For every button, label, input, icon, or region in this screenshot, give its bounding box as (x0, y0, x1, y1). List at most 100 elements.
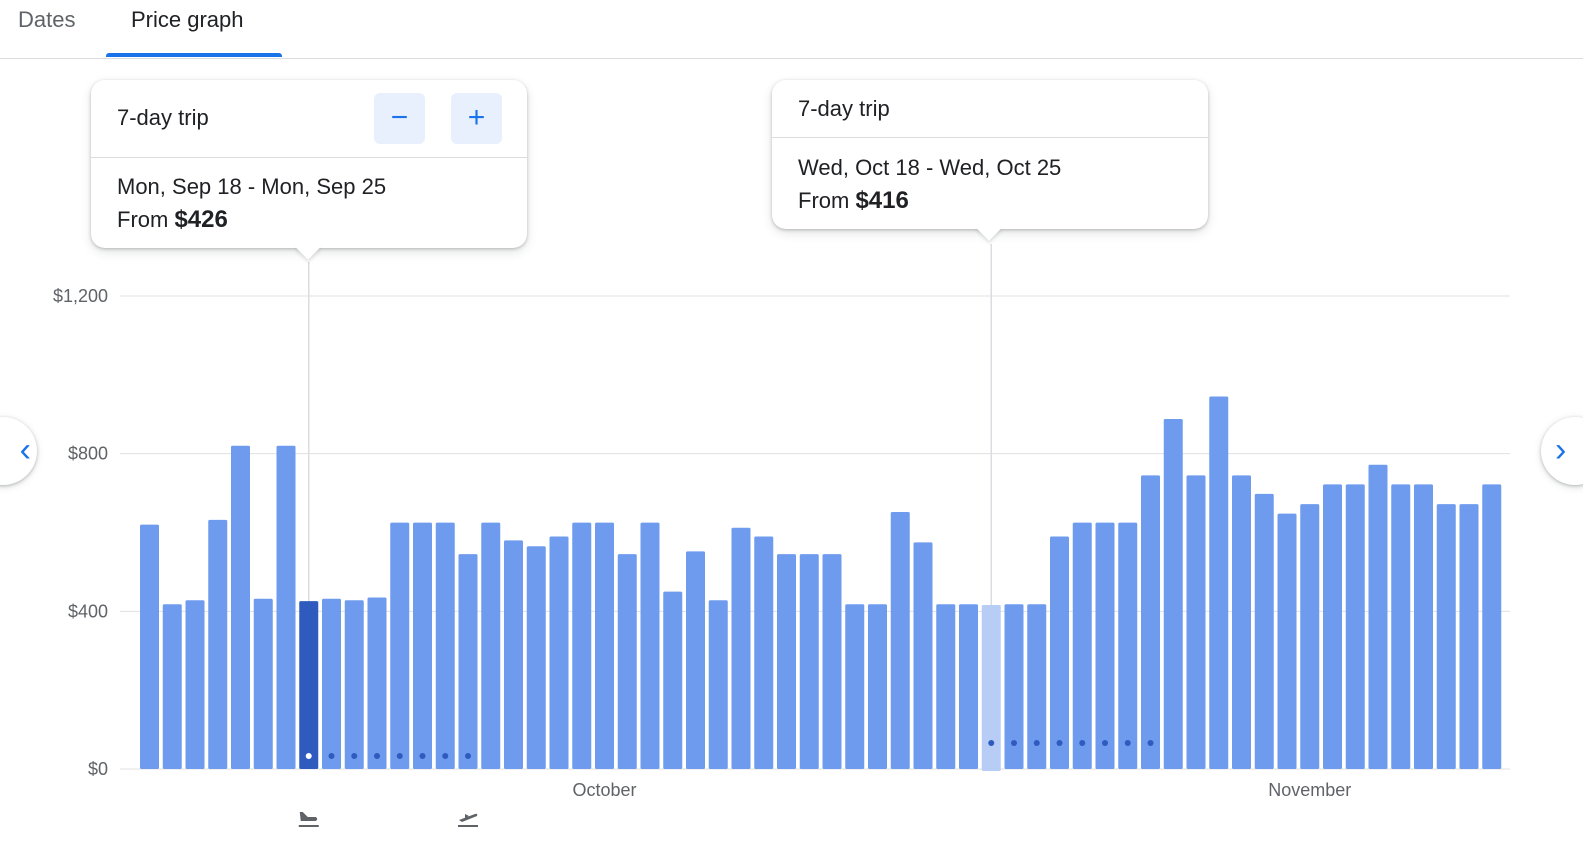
trip-day-dot (988, 740, 995, 746)
trip-day-dot (305, 753, 312, 759)
price-bar[interactable] (162, 604, 182, 769)
trip-length-label: 7-day trip (798, 96, 890, 121)
price-bar[interactable] (231, 445, 250, 769)
price-bar[interactable] (413, 522, 432, 769)
y-axis-label: $0 (88, 759, 108, 779)
price-bar[interactable] (640, 522, 660, 769)
trip-price: From $426 (117, 206, 228, 234)
price-prefix: From (798, 188, 850, 213)
price-bar[interactable] (367, 597, 387, 769)
trip-length-label: 7-day trip (117, 105, 209, 130)
price-bar[interactable] (1345, 484, 1365, 769)
price-bar-selected[interactable] (299, 601, 319, 769)
price-bar[interactable] (1368, 464, 1388, 769)
trip-day-dot (1124, 740, 1131, 746)
price-bar[interactable] (686, 551, 705, 769)
price-bar[interactable] (617, 554, 637, 769)
price-bar[interactable] (799, 554, 819, 769)
y-axis-label: $1,200 (53, 286, 108, 306)
trip-day-dot (465, 753, 471, 759)
tooltip-hovered-trip: 7-day trip Wed, Oct 18 - Wed, Oct 25 Fro… (772, 80, 1208, 241)
price-bar[interactable] (595, 522, 614, 769)
price-bar[interactable] (1436, 504, 1456, 769)
trip-day-dot (1102, 740, 1108, 746)
increase-trip-length-button[interactable]: + (451, 93, 502, 144)
price-prefix: From (117, 207, 169, 232)
price-bar[interactable] (868, 604, 887, 769)
price-bar[interactable] (1459, 504, 1479, 769)
decrease-trip-length-button[interactable]: − (374, 93, 425, 144)
trip-day-dot (374, 753, 380, 759)
trip-day-dot (1033, 740, 1040, 746)
price-bar[interactable] (777, 554, 796, 769)
price-bar[interactable] (344, 600, 364, 769)
price-bar[interactable] (1072, 522, 1092, 769)
tooltip-header: 7-day trip (772, 80, 1208, 138)
price-bar[interactable] (913, 542, 933, 769)
price-bar[interactable] (1163, 418, 1183, 769)
airplane-takeoff-icon (298, 812, 319, 827)
trip-day-dot (328, 753, 335, 759)
trip-day-dot (351, 753, 358, 759)
price-bar[interactable] (1141, 475, 1160, 769)
price-bar[interactable] (731, 527, 751, 769)
price-bar[interactable] (1232, 475, 1251, 769)
trip-dates: Mon, Sep 18 - Mon, Sep 25 (117, 174, 387, 199)
trip-price: From $416 (798, 187, 909, 215)
price-bar[interactable] (276, 445, 296, 769)
price-bar[interactable] (390, 522, 410, 769)
trip-day-dot (1011, 740, 1017, 746)
price-bar[interactable] (481, 522, 501, 769)
price-bar[interactable] (549, 536, 569, 769)
price-bar[interactable] (959, 604, 978, 769)
price-bar[interactable] (708, 600, 728, 769)
trip-day-dot (1147, 740, 1154, 746)
chevron-right-icon: › (1555, 431, 1567, 469)
trip-day-dot (1056, 740, 1063, 746)
month-label: October (572, 780, 636, 800)
price-bar[interactable] (185, 600, 205, 769)
price-bar[interactable] (1482, 484, 1502, 769)
y-axis-label: $800 (68, 444, 108, 464)
price-bar[interactable] (1323, 484, 1342, 769)
trip-day-dot (419, 753, 426, 759)
price-bar[interactable] (1414, 484, 1433, 769)
trip-day-dot (442, 753, 449, 759)
price-bar[interactable] (845, 604, 865, 769)
trip-day-dot (396, 753, 403, 759)
airplane-landing-icon (458, 813, 478, 827)
price-bar[interactable] (1300, 504, 1320, 769)
price-value: $426 (174, 206, 228, 233)
trip-day-dot (1079, 740, 1086, 746)
price-bar[interactable] (1254, 493, 1274, 769)
price-bar[interactable] (1050, 536, 1069, 769)
month-label: November (1268, 780, 1351, 800)
price-bar[interactable] (890, 512, 910, 769)
price-bar[interactable] (1118, 522, 1138, 769)
price-bar[interactable] (458, 554, 478, 769)
price-bar[interactable] (572, 522, 592, 769)
price-bar[interactable] (208, 519, 228, 769)
price-bar[interactable] (140, 524, 159, 769)
price-bar[interactable] (1186, 475, 1206, 769)
chevron-left-icon: ‹ (19, 431, 31, 469)
price-bar[interactable] (253, 598, 273, 769)
price-bar[interactable] (1391, 484, 1411, 769)
trip-dates: Wed, Oct 18 - Wed, Oct 25 (798, 155, 1062, 180)
price-bar[interactable] (435, 522, 455, 769)
price-bar[interactable] (822, 554, 842, 769)
y-axis-label: $400 (68, 601, 108, 621)
price-bar[interactable] (322, 598, 341, 769)
tooltip-header: 7-day trip − + (91, 80, 527, 158)
price-bar[interactable] (754, 536, 774, 769)
tooltip-selected-trip: 7-day trip − + Mon, Sep 18 - Mon, Sep 25… (91, 80, 527, 260)
price-bar-hovered[interactable] (981, 605, 1001, 771)
price-bar[interactable] (1209, 396, 1229, 769)
price-bar[interactable] (1277, 513, 1297, 769)
price-bar[interactable] (504, 540, 523, 769)
price-bar[interactable] (526, 546, 546, 769)
price-bar[interactable] (1095, 522, 1115, 769)
price-bar[interactable] (936, 604, 956, 769)
price-bar[interactable] (663, 591, 683, 769)
price-value: $416 (855, 187, 909, 214)
